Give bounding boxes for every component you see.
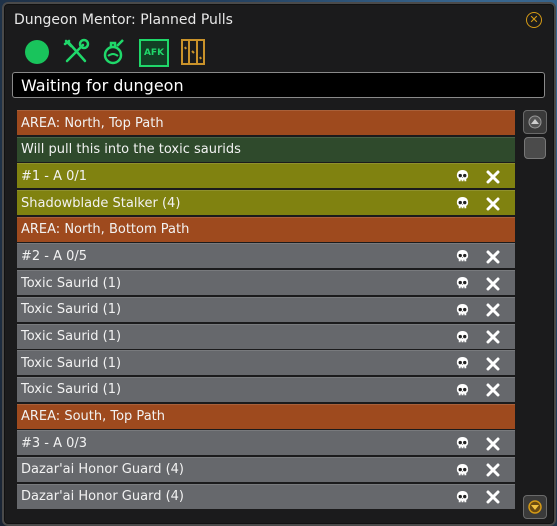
remove-icon[interactable] xyxy=(484,382,501,399)
afk-button[interactable]: AFK xyxy=(139,37,169,67)
tools-button[interactable] xyxy=(61,37,91,67)
potion-button[interactable] xyxy=(100,37,130,67)
remove-icon[interactable] xyxy=(484,168,501,185)
row-label: Toxic Saurid (1) xyxy=(21,382,122,398)
remove-icon[interactable] xyxy=(484,195,501,212)
row-label: #3 - A 0/3 xyxy=(21,435,88,451)
remove-icon[interactable] xyxy=(484,275,501,292)
remove-icon[interactable] xyxy=(484,355,501,372)
planned-pulls-window: Dungeon Mentor: Planned Pulls ✕ AFK Wait… xyxy=(2,2,556,526)
skull-icon[interactable] xyxy=(454,302,471,319)
row-actions xyxy=(454,168,501,185)
remove-icon[interactable] xyxy=(484,248,501,265)
skull-icon[interactable] xyxy=(454,462,471,479)
remove-icon[interactable] xyxy=(484,329,501,346)
scrollbar[interactable] xyxy=(523,110,547,520)
row-label: Toxic Saurid (1) xyxy=(21,275,122,291)
map-button[interactable] xyxy=(178,37,208,67)
scroll-up-button[interactable] xyxy=(523,110,547,134)
row-actions xyxy=(454,248,501,265)
unit-row[interactable]: Toxic Saurid (1) xyxy=(17,350,515,376)
status-field: Waiting for dungeon xyxy=(12,72,545,98)
row-label: AREA: South, Top Path xyxy=(21,409,165,425)
row-actions xyxy=(454,275,501,292)
scroll-down-button[interactable] xyxy=(523,495,547,519)
skull-icon[interactable] xyxy=(454,195,471,212)
remove-icon[interactable] xyxy=(484,462,501,479)
afk-icon: AFK xyxy=(139,38,169,67)
note-row[interactable]: Will pull this into the toxic saurids xyxy=(17,136,515,162)
row-label: AREA: North, Top Path xyxy=(21,115,164,131)
unit-row[interactable]: Dazar'ai Honor Guard (4) xyxy=(17,456,515,482)
skull-icon[interactable] xyxy=(454,382,471,399)
map-icon xyxy=(181,39,205,65)
tools-icon xyxy=(63,38,90,63)
skull-icon[interactable] xyxy=(454,248,471,265)
window-title: Dungeon Mentor: Planned Pulls xyxy=(14,12,233,28)
unit-row[interactable]: Toxic Saurid (1) xyxy=(17,296,515,322)
row-actions xyxy=(454,489,501,506)
row-actions xyxy=(454,195,501,212)
skull-icon[interactable] xyxy=(454,355,471,372)
row-label: Toxic Saurid (1) xyxy=(21,329,122,344)
row-label: AREA: North, Bottom Path xyxy=(21,222,190,238)
circle-icon xyxy=(25,40,49,64)
remove-icon[interactable] xyxy=(484,435,501,452)
unit-row[interactable]: Toxic Saurid (1) xyxy=(17,270,515,296)
scroll-down-icon xyxy=(528,500,542,514)
area-header[interactable]: AREA: North, Top Path xyxy=(17,110,515,135)
row-label: #2 - A 0/5 xyxy=(21,248,88,264)
pull-row[interactable]: #3 - A 0/3 xyxy=(17,430,515,456)
row-label: #1 - A 0/1 xyxy=(21,168,88,184)
close-icon: ✕ xyxy=(529,13,539,26)
row-label: Shadowblade Stalker (4) xyxy=(21,195,181,211)
row-actions xyxy=(454,355,501,372)
row-actions xyxy=(454,329,501,346)
skull-icon[interactable] xyxy=(454,168,471,185)
row-label: Toxic Saurid (1) xyxy=(21,355,122,371)
area-header[interactable]: AREA: North, Bottom Path xyxy=(17,216,515,242)
pull-list: AREA: North, Top Path Will pull this into… xyxy=(17,110,515,510)
circle-button[interactable] xyxy=(22,37,52,67)
row-label: Will pull this into the toxic saurids xyxy=(21,142,241,158)
skull-icon[interactable] xyxy=(454,435,471,452)
unit-row[interactable]: Toxic Saurid (1) xyxy=(17,323,515,349)
row-actions xyxy=(454,462,501,479)
unit-row[interactable]: Dazar'ai Honor Guard (4) xyxy=(17,483,515,509)
row-label: Toxic Saurid (1) xyxy=(21,302,122,318)
row-label: Dazar'ai Honor Guard (4) xyxy=(21,489,184,505)
potion-icon xyxy=(103,39,124,65)
unit-row[interactable]: Toxic Saurid (1) xyxy=(17,376,515,402)
area-header[interactable]: AREA: South, Top Path xyxy=(17,403,515,429)
row-actions xyxy=(454,382,501,399)
skull-icon[interactable] xyxy=(454,329,471,346)
pull-row[interactable]: #2 - A 0/5 xyxy=(17,243,515,269)
row-actions xyxy=(454,302,501,319)
toolbar: AFK xyxy=(22,37,208,69)
pull-row[interactable]: #1 - A 0/1 xyxy=(17,163,515,189)
row-actions xyxy=(454,435,501,452)
close-button[interactable]: ✕ xyxy=(526,12,542,28)
scroll-thumb[interactable] xyxy=(524,137,546,159)
remove-icon[interactable] xyxy=(484,489,501,506)
skull-icon[interactable] xyxy=(454,489,471,506)
unit-row[interactable]: Shadowblade Stalker (4) xyxy=(17,190,515,216)
remove-icon[interactable] xyxy=(484,302,501,319)
skull-icon[interactable] xyxy=(454,275,471,292)
row-label: Dazar'ai Honor Guard (4) xyxy=(21,462,184,478)
scroll-up-icon xyxy=(528,115,542,129)
